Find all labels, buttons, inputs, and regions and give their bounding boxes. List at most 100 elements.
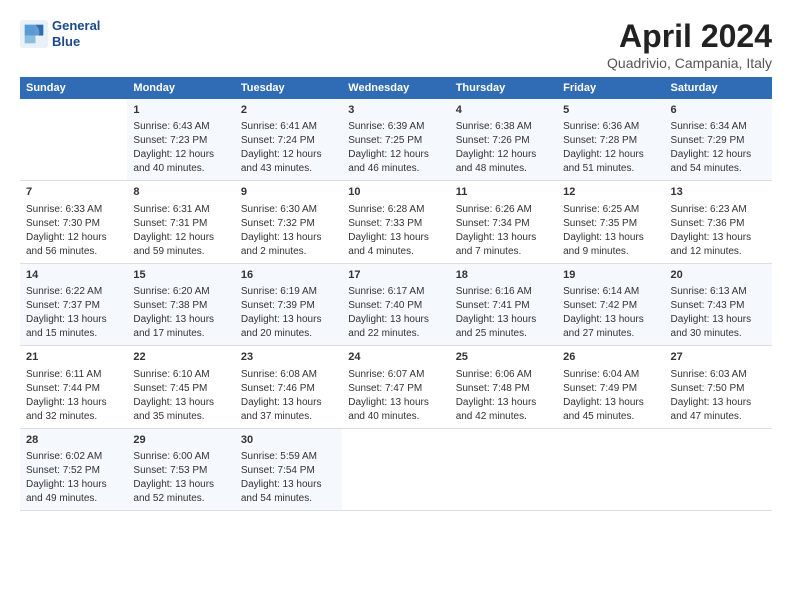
- cell-content: Sunset: 7:46 PM: [241, 382, 336, 396]
- day-number: 6: [671, 103, 766, 118]
- day-number: 12: [563, 185, 658, 200]
- calendar-cell: 6Sunrise: 6:34 AMSunset: 7:29 PMDaylight…: [665, 99, 772, 181]
- cell-content: and 37 minutes.: [241, 410, 336, 424]
- cell-content: Sunset: 7:34 PM: [456, 217, 551, 231]
- day-number: 30: [241, 433, 336, 448]
- cell-content: and 7 minutes.: [456, 245, 551, 259]
- weekday-header-tuesday: Tuesday: [235, 77, 342, 99]
- cell-content: Sunset: 7:29 PM: [671, 134, 766, 148]
- cell-content: Sunset: 7:30 PM: [26, 217, 121, 231]
- cell-content: Sunrise: 6:39 AM: [348, 120, 443, 134]
- day-number: 19: [563, 268, 658, 283]
- calendar-cell: 24Sunrise: 6:07 AMSunset: 7:47 PMDayligh…: [342, 346, 449, 428]
- calendar-cell: 9Sunrise: 6:30 AMSunset: 7:32 PMDaylight…: [235, 181, 342, 263]
- calendar-cell: 25Sunrise: 6:06 AMSunset: 7:48 PMDayligh…: [450, 346, 557, 428]
- calendar-cell: 29Sunrise: 6:00 AMSunset: 7:53 PMDayligh…: [127, 428, 234, 510]
- cell-content: Sunset: 7:31 PM: [133, 217, 228, 231]
- cell-content: Sunrise: 6:36 AM: [563, 120, 658, 134]
- cell-content: Sunrise: 6:10 AM: [133, 368, 228, 382]
- page: General Blue April 2024 Quadrivio, Campa…: [0, 0, 792, 612]
- calendar-cell: 26Sunrise: 6:04 AMSunset: 7:49 PMDayligh…: [557, 346, 664, 428]
- cell-content: and 51 minutes.: [563, 162, 658, 176]
- weekday-header-friday: Friday: [557, 77, 664, 99]
- day-number: 7: [26, 185, 121, 200]
- cell-content: Daylight: 12 hours: [456, 148, 551, 162]
- day-number: 22: [133, 350, 228, 365]
- cell-content: Sunset: 7:37 PM: [26, 299, 121, 313]
- calendar-cell: [342, 428, 449, 510]
- cell-content: and 45 minutes.: [563, 410, 658, 424]
- calendar-cell: 22Sunrise: 6:10 AMSunset: 7:45 PMDayligh…: [127, 346, 234, 428]
- cell-content: and 25 minutes.: [456, 327, 551, 341]
- cell-content: and 2 minutes.: [241, 245, 336, 259]
- day-number: 9: [241, 185, 336, 200]
- weekday-header-saturday: Saturday: [665, 77, 772, 99]
- cell-content: Daylight: 12 hours: [348, 148, 443, 162]
- calendar-cell: [557, 428, 664, 510]
- cell-content: Daylight: 13 hours: [133, 313, 228, 327]
- cell-content: Daylight: 13 hours: [348, 231, 443, 245]
- cell-content: Sunrise: 6:20 AM: [133, 285, 228, 299]
- day-number: 25: [456, 350, 551, 365]
- calendar-cell: 4Sunrise: 6:38 AMSunset: 7:26 PMDaylight…: [450, 99, 557, 181]
- cell-content: Daylight: 13 hours: [671, 231, 766, 245]
- cell-content: and 47 minutes.: [671, 410, 766, 424]
- cell-content: Sunrise: 6:13 AM: [671, 285, 766, 299]
- day-number: 20: [671, 268, 766, 283]
- day-number: 28: [26, 433, 121, 448]
- cell-content: Sunrise: 6:26 AM: [456, 203, 551, 217]
- cell-content: Sunset: 7:41 PM: [456, 299, 551, 313]
- cell-content: and 46 minutes.: [348, 162, 443, 176]
- cell-content: and 17 minutes.: [133, 327, 228, 341]
- cell-content: and 40 minutes.: [348, 410, 443, 424]
- day-number: 15: [133, 268, 228, 283]
- calendar-cell: [665, 428, 772, 510]
- calendar-cell: 28Sunrise: 6:02 AMSunset: 7:52 PMDayligh…: [20, 428, 127, 510]
- cell-content: Sunrise: 5:59 AM: [241, 450, 336, 464]
- cell-content: Sunrise: 6:34 AM: [671, 120, 766, 134]
- day-number: 1: [133, 103, 228, 118]
- cell-content: Sunrise: 6:25 AM: [563, 203, 658, 217]
- cell-content: Sunset: 7:45 PM: [133, 382, 228, 396]
- cell-content: Sunset: 7:47 PM: [348, 382, 443, 396]
- cell-content: Sunset: 7:40 PM: [348, 299, 443, 313]
- calendar-cell: 19Sunrise: 6:14 AMSunset: 7:42 PMDayligh…: [557, 263, 664, 345]
- day-number: 10: [348, 185, 443, 200]
- calendar-cell: [20, 99, 127, 181]
- cell-content: Daylight: 13 hours: [563, 231, 658, 245]
- calendar-cell: 8Sunrise: 6:31 AMSunset: 7:31 PMDaylight…: [127, 181, 234, 263]
- calendar-cell: 30 Sunrise: 5:59 AMSunset: 7:54 PMDayligh…: [235, 428, 342, 510]
- cell-content: and 54 minutes.: [241, 492, 336, 506]
- cell-content: Sunrise: 6:23 AM: [671, 203, 766, 217]
- logo-icon: [20, 20, 48, 48]
- cell-content: Sunset: 7:54 PM: [241, 464, 336, 478]
- cell-content: and 4 minutes.: [348, 245, 443, 259]
- cell-content: Daylight: 13 hours: [563, 396, 658, 410]
- cell-content: Sunrise: 6:41 AM: [241, 120, 336, 134]
- calendar-cell: 7Sunrise: 6:33 AMSunset: 7:30 PMDaylight…: [20, 181, 127, 263]
- logo-text: General Blue: [52, 18, 100, 49]
- calendar-cell: [450, 428, 557, 510]
- cell-content: Sunrise: 6:07 AM: [348, 368, 443, 382]
- cell-content: Sunset: 7:23 PM: [133, 134, 228, 148]
- cell-content: Sunrise: 6:22 AM: [26, 285, 121, 299]
- calendar-cell: 10Sunrise: 6:28 AMSunset: 7:33 PMDayligh…: [342, 181, 449, 263]
- calendar-cell: 15Sunrise: 6:20 AMSunset: 7:38 PMDayligh…: [127, 263, 234, 345]
- calendar-cell: 18Sunrise: 6:16 AMSunset: 7:41 PMDayligh…: [450, 263, 557, 345]
- cell-content: Daylight: 13 hours: [671, 313, 766, 327]
- cell-content: and 12 minutes.: [671, 245, 766, 259]
- calendar-cell: 16Sunrise: 6:19 AMSunset: 7:39 PMDayligh…: [235, 263, 342, 345]
- day-number: 24: [348, 350, 443, 365]
- day-number: 21: [26, 350, 121, 365]
- cell-content: Sunset: 7:35 PM: [563, 217, 658, 231]
- calendar-cell: 23Sunrise: 6:08 AMSunset: 7:46 PMDayligh…: [235, 346, 342, 428]
- calendar-cell: 20Sunrise: 6:13 AMSunset: 7:43 PMDayligh…: [665, 263, 772, 345]
- cell-content: Daylight: 13 hours: [456, 231, 551, 245]
- cell-content: Daylight: 13 hours: [241, 478, 336, 492]
- cell-content: Sunset: 7:25 PM: [348, 134, 443, 148]
- cell-content: and 22 minutes.: [348, 327, 443, 341]
- calendar-cell: 21Sunrise: 6:11 AMSunset: 7:44 PMDayligh…: [20, 346, 127, 428]
- cell-content: Sunrise: 6:33 AM: [26, 203, 121, 217]
- cell-content: Sunrise: 6:28 AM: [348, 203, 443, 217]
- cell-content: Daylight: 13 hours: [456, 313, 551, 327]
